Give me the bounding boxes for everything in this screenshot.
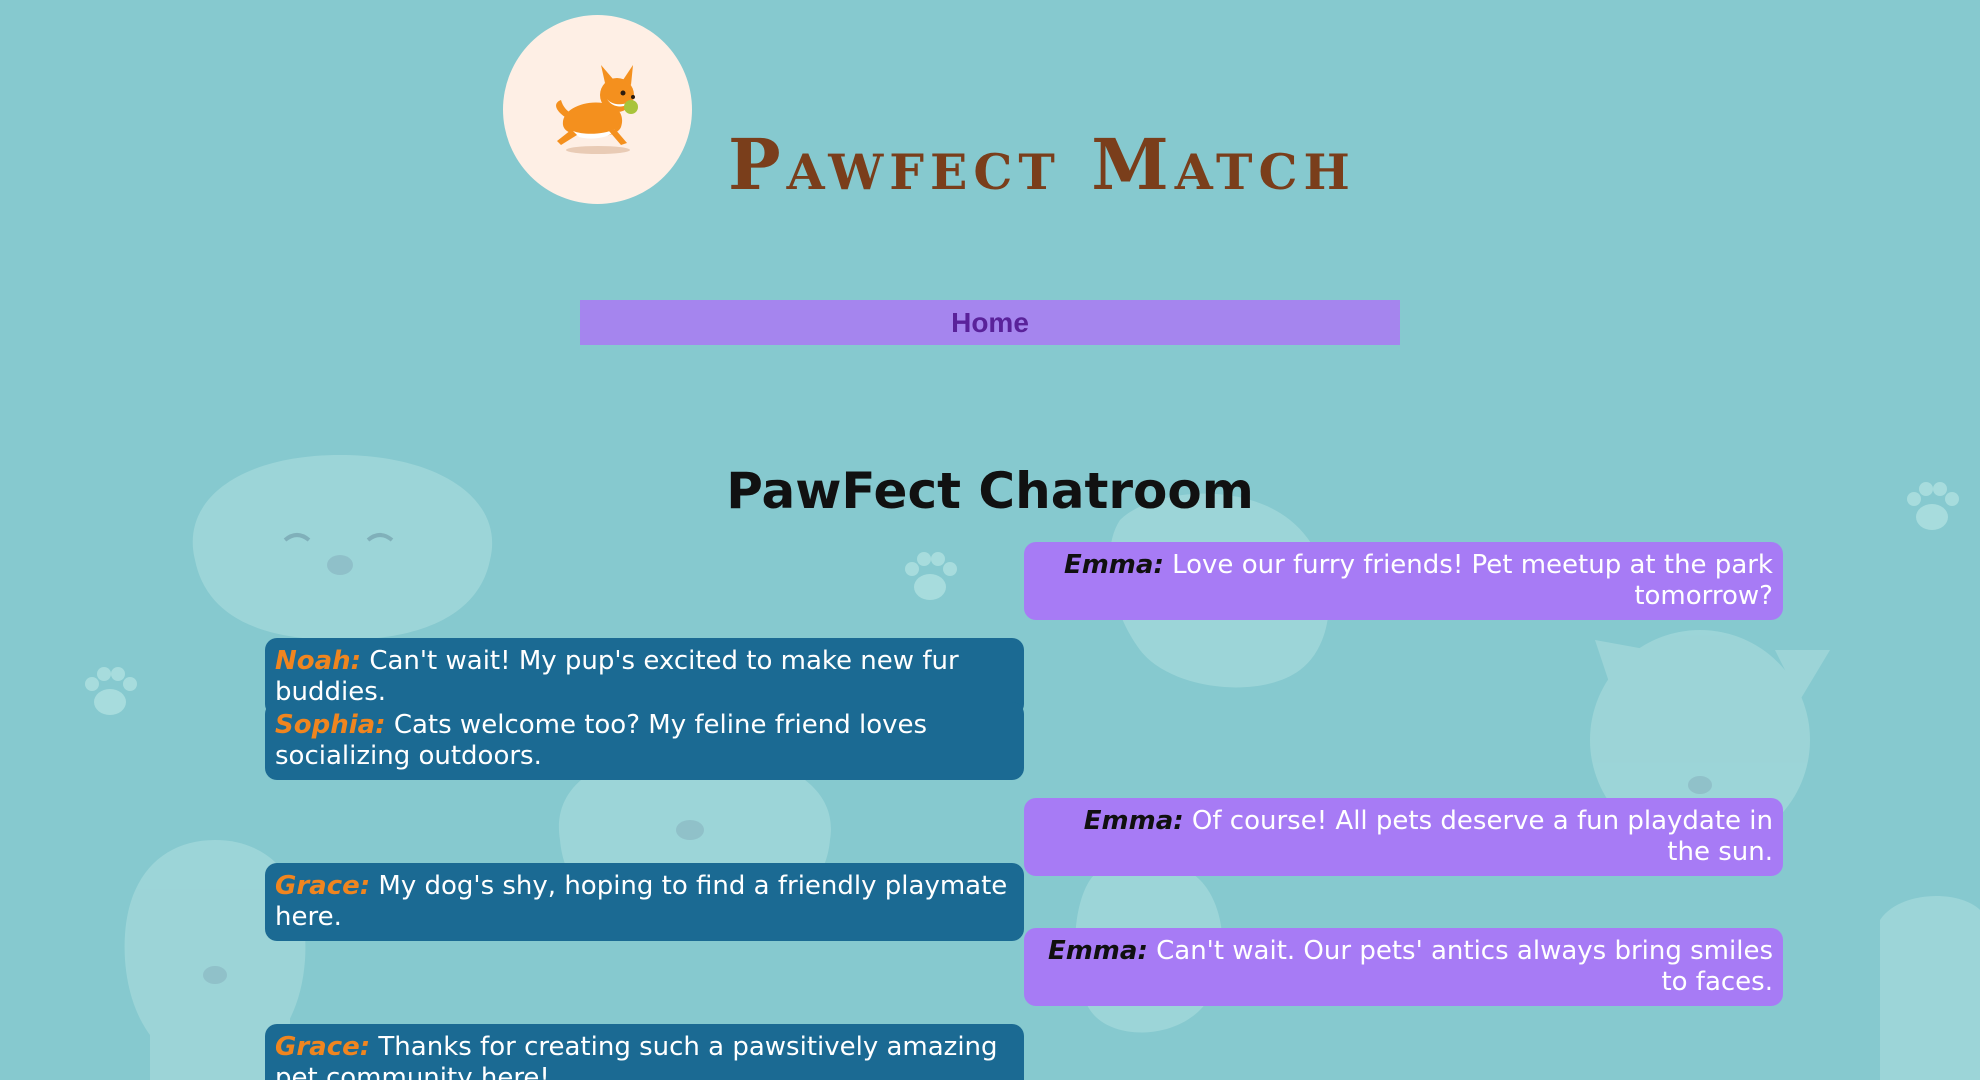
chat-message: Sophia: Cats welcome too? My feline frie… [265, 702, 1024, 780]
corgi-dog-icon [555, 64, 638, 154]
chatroom-title: PawFect Chatroom [726, 462, 1254, 520]
message-text: Thanks for creating such a pawsitively a… [275, 1032, 998, 1080]
site-logo[interactable] [503, 15, 692, 204]
message-text: Can't wait! My pup's excited to make new… [275, 646, 959, 707]
chat-message: Emma: Of course! All pets deserve a fun … [1024, 798, 1783, 876]
site-header: Pawfect Match [0, 0, 1980, 230]
chat-message: Emma: Love our furry friends! Pet meetup… [1024, 542, 1783, 620]
chat-message: Grace: Thanks for creating such a pawsit… [265, 1024, 1024, 1080]
chat-message: Emma: Can't wait. Our pets' antics alway… [1024, 928, 1783, 1006]
message-author: Emma: [1063, 550, 1164, 580]
message-text: Love our furry friends! Pet meetup at th… [1172, 550, 1773, 611]
message-author: Noah: [275, 646, 362, 676]
message-author: Emma: [1047, 936, 1148, 966]
message-text: Can't wait. Our pets' antics always brin… [1156, 936, 1773, 997]
nav-home-link[interactable]: Home [951, 307, 1029, 339]
message-author: Emma: [1083, 806, 1184, 836]
main-nav: Home [580, 300, 1400, 345]
message-author: Grace: [275, 1032, 371, 1062]
page: Pawfect Match Home PawFect Chatroom Emma… [0, 0, 1980, 1080]
message-author: Grace: [275, 871, 371, 901]
chat-message: Grace: My dog's shy, hoping to find a fr… [265, 863, 1024, 941]
message-text: My dog's shy, hoping to find a friendly … [275, 871, 1008, 932]
message-author: Sophia: [275, 710, 386, 740]
site-title: Pawfect Match [728, 123, 1356, 206]
message-text: Of course! All pets deserve a fun playda… [1191, 806, 1773, 867]
